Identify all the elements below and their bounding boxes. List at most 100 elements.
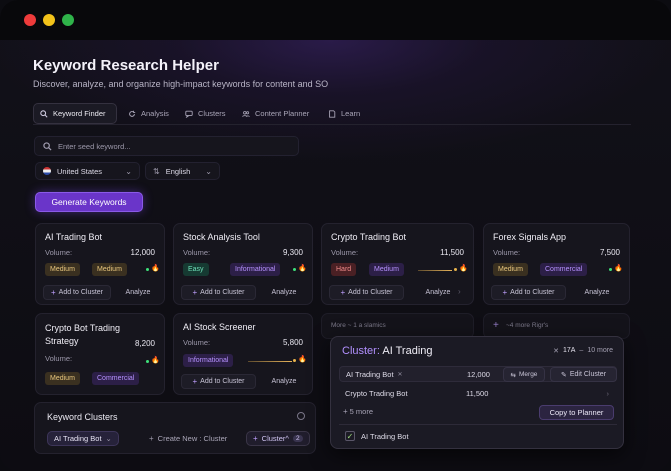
more-note: ~4 more Rigr's <box>506 322 549 329</box>
tab-analysis[interactable]: Analysis <box>122 103 175 124</box>
volume-value: 12,000 <box>130 248 155 257</box>
tab-label: Content Planner <box>255 109 310 118</box>
trend-dot <box>146 268 149 271</box>
language-value: English <box>165 166 191 176</box>
analyze-button[interactable]: Analyze <box>264 285 304 300</box>
search-icon <box>43 141 52 151</box>
add-to-cluster-label: Add to Cluster <box>510 289 555 296</box>
analyze-button[interactable]: Analyze <box>576 285 618 300</box>
translate-icon: ⇅ <box>153 166 160 176</box>
plus-icon: + <box>192 288 198 297</box>
difficulty-tag: Medium <box>493 263 528 276</box>
seed-keyword-search <box>34 136 299 156</box>
cluster-row[interactable]: Crypto Trading Bot 11,500 › <box>339 385 617 401</box>
intent-tag: Commercial <box>92 372 140 385</box>
flame-icon: 🔥 <box>298 265 307 272</box>
flame-icon: 🔥 <box>614 265 623 272</box>
edit-icon: ✎ <box>560 371 567 379</box>
analyze-button[interactable]: Analyze <box>418 285 458 300</box>
more-count: 10 more <box>587 347 613 354</box>
create-new-label: Create New : Cluster <box>157 434 228 443</box>
difficulty-tag: Medium <box>45 263 80 276</box>
add-to-cluster-button[interactable]: + Add to Cluster <box>43 285 111 300</box>
trend-line <box>248 361 292 362</box>
seed-keyword-input[interactable] <box>58 141 288 151</box>
checked-item-label: AI Trading Bot <box>361 431 409 441</box>
add-to-cluster-button[interactable]: + Add to Cluster <box>181 285 256 300</box>
volume-value: 5,800 <box>282 338 303 347</box>
people-icon <box>242 110 250 117</box>
keyword-card: AI Trading Bot Volume: 12,000 Medium Med… <box>35 223 165 305</box>
cluster-popup: Cluster: AI Trading ✕ 17A – 10 more AI T… <box>330 336 624 449</box>
merge-label: Merge <box>519 371 538 378</box>
difficulty-tag: Hard <box>331 263 357 276</box>
trend-dot <box>454 268 457 271</box>
add-to-cluster-button[interactable]: + Add to Cluster <box>491 285 566 300</box>
intent-tag: Informational <box>230 263 281 276</box>
app-window: Keyword Research Helper Discover, analyz… <box>0 0 671 471</box>
edit-cluster-button[interactable]: ✎ Edit Cluster <box>550 367 617 382</box>
chat-icon <box>185 110 193 118</box>
popup-title-prefix: Cluster: <box>342 345 380 357</box>
remove-icon[interactable]: ✕ <box>398 371 403 378</box>
minimize-window-button[interactable] <box>43 14 55 26</box>
keyword-card: Stock Analysis Tool Volume: 9,300 Easy I… <box>173 223 313 305</box>
close-window-button[interactable] <box>24 14 36 26</box>
tab-clusters[interactable]: Clusters <box>179 103 232 124</box>
tab-bar: Keyword Finder Analysis Clusters Content… <box>33 103 631 125</box>
keyword-title: AI Stock Screener <box>183 322 256 332</box>
generate-keywords-button[interactable]: Generate Keywords <box>35 192 143 212</box>
checked-item[interactable]: ✓ AI Trading Bot <box>339 428 617 444</box>
flame-icon: 🔥 <box>459 265 468 272</box>
row-name: AI Trading Bot <box>346 369 394 379</box>
chevron-down-icon: ⌄ <box>125 166 132 176</box>
volume-label: Volume: <box>183 338 211 347</box>
cluster-label: Cluster^ <box>261 434 289 443</box>
plus-icon: + <box>50 288 56 297</box>
cluster-row[interactable]: AI Trading Bot ✕ 12,000 ⇆ Merge ✎ Edit C… <box>339 366 617 382</box>
keyword-card: Crypto Trading Bot Volume: 11,500 Hard M… <box>321 223 474 305</box>
country-value: United States <box>57 166 103 176</box>
volume-label: Volume: <box>183 248 211 257</box>
keyword-title: Stock Analysis Tool <box>183 232 260 242</box>
language-select[interactable]: ⇅ English ⌄ <box>145 162 220 180</box>
add-to-cluster-button[interactable]: + Add to Cluster <box>329 285 404 300</box>
tab-keyword-finder[interactable]: Keyword Finder <box>33 103 117 124</box>
trend-line <box>418 270 452 271</box>
tab-learn[interactable]: Learn <box>322 103 366 124</box>
cluster-count-badge: 2 <box>292 435 303 442</box>
cluster-toggle-button[interactable]: + Cluster^ 2 <box>246 431 310 446</box>
merge-icon: ⇆ <box>510 371 516 379</box>
tab-label: Keyword Finder <box>53 109 106 118</box>
add-to-cluster-label: Add to Cluster <box>200 378 245 385</box>
volume-label: Volume: <box>45 248 73 257</box>
cluster-select[interactable]: AI Trading Bot ⌄ <box>47 431 119 446</box>
copy-to-planner-button[interactable]: Copy to Planner <box>539 405 614 420</box>
page-subtitle: Discover, analyze, and organize high-imp… <box>33 79 329 89</box>
tab-label: Clusters <box>198 109 226 118</box>
book-icon <box>329 109 336 118</box>
chevron-right-icon: › <box>458 287 461 296</box>
analyze-button[interactable]: Analyze <box>118 285 158 300</box>
plus-icon: + <box>502 288 508 297</box>
add-to-cluster-label: Add to Cluster <box>200 289 245 296</box>
chevron-down-icon: ⌄ <box>205 166 212 176</box>
cluster-select-value: AI Trading Bot <box>54 434 102 443</box>
maximize-window-button[interactable] <box>62 14 74 26</box>
add-to-cluster-button[interactable]: + Add to Cluster <box>181 374 256 389</box>
volume-label: Volume: <box>45 354 73 363</box>
keyword-title: Forex Signals App <box>493 232 567 242</box>
merge-button[interactable]: ⇆ Merge <box>503 367 545 382</box>
keyword-card: Crypto Bot Trading Strategy 8,200 Volume… <box>35 313 165 395</box>
intent-tag: Medium <box>92 263 127 276</box>
keyword-title: Crypto Bot Trading Strategy <box>45 323 121 346</box>
keyword-card: AI Stock Screener Volume: 5,800 Informat… <box>173 313 313 395</box>
checkbox[interactable]: ✓ <box>345 431 355 441</box>
create-new-cluster-button[interactable]: + Create New : Cluster <box>143 431 233 446</box>
count-label: 17A <box>562 347 576 354</box>
intent-tag: Medium <box>369 263 404 276</box>
close-icon[interactable]: ✕ <box>553 347 559 355</box>
analyze-button[interactable]: Analyze <box>264 374 304 389</box>
country-select[interactable]: United States ⌄ <box>35 162 140 180</box>
tab-content-planner[interactable]: Content Planner <box>236 103 315 124</box>
